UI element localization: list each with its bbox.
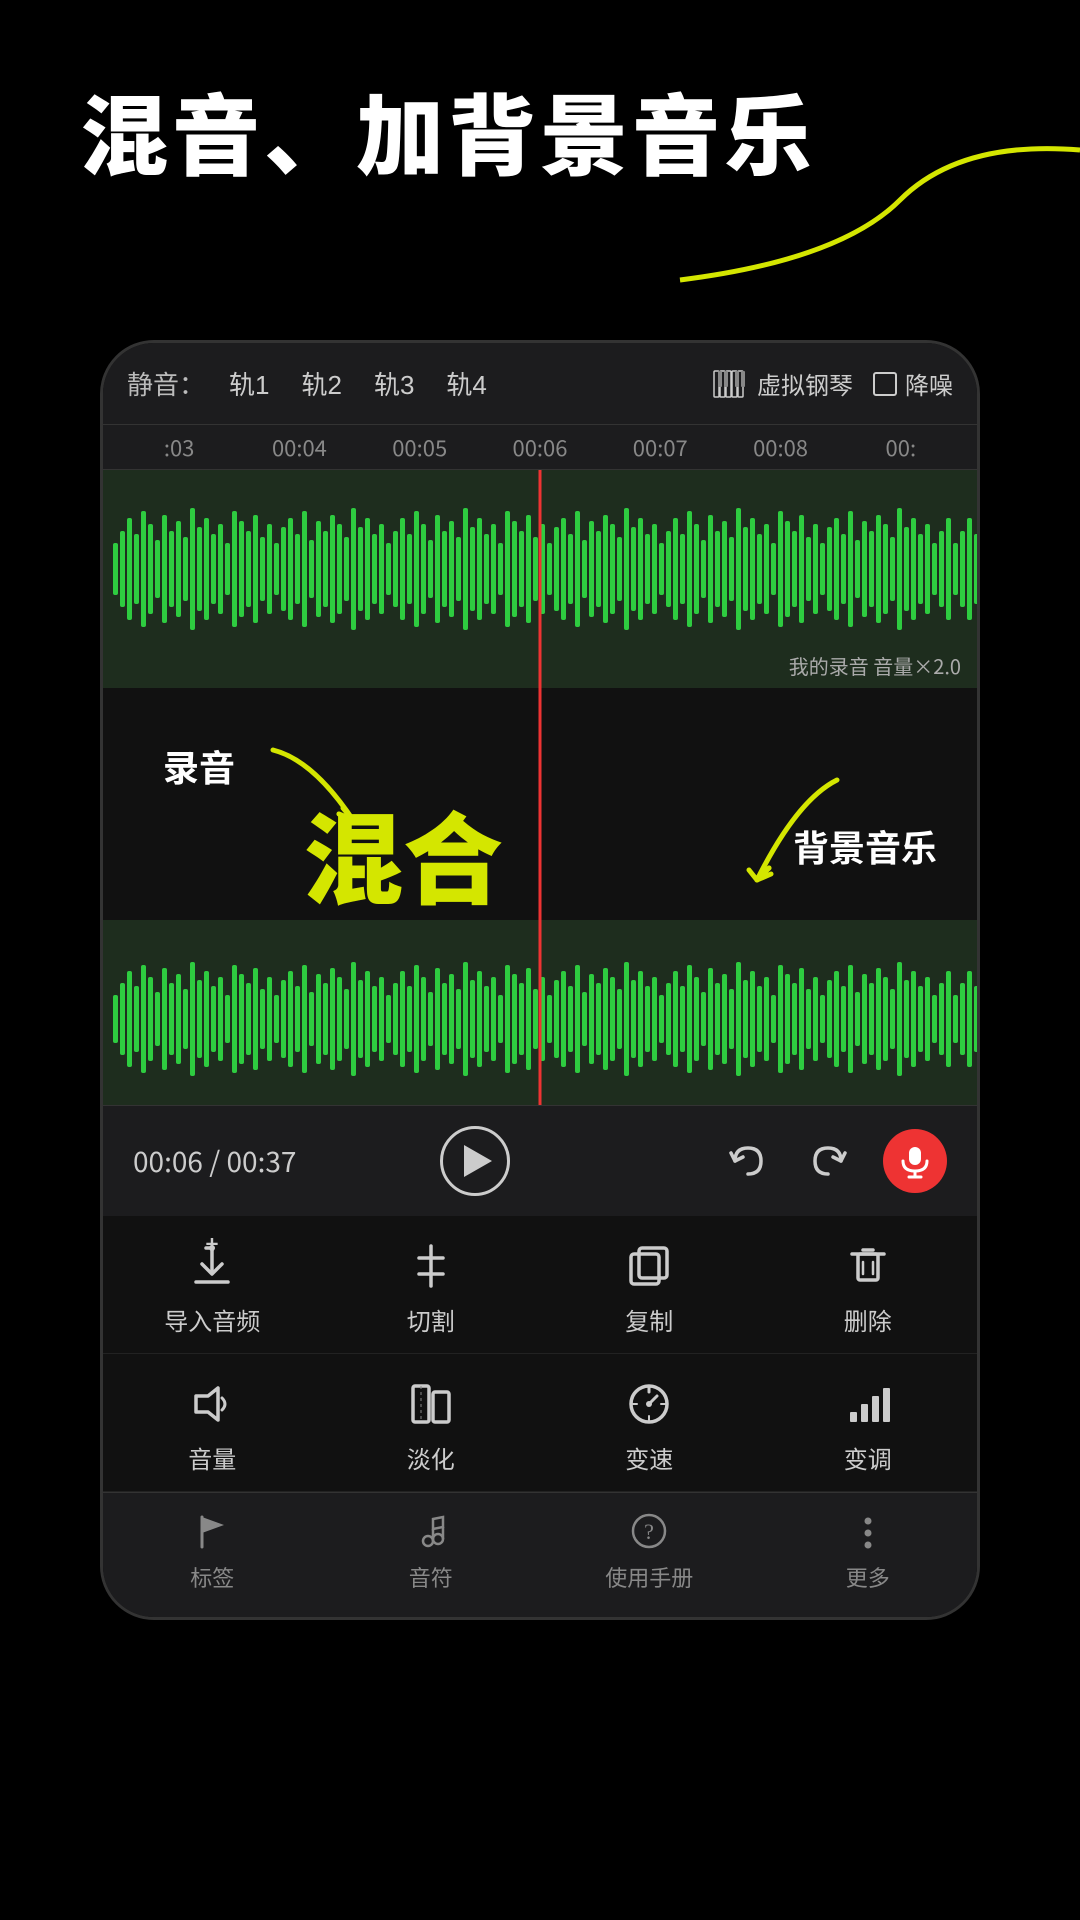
help-icon: ? [627, 1509, 671, 1553]
volume-icon [186, 1378, 238, 1430]
mute-label: 静音： [127, 365, 205, 402]
tracks-area: 我的录音 音量×2.0 录音 混合 [103, 470, 977, 1105]
piano-label: 虚拟钢琴 [757, 366, 853, 401]
tools-row2: 音量 淡化 [103, 1354, 977, 1492]
phone-frame: 静音： 轨1 轨2 轨3 轨4 [100, 340, 980, 1620]
tool-volume[interactable]: 音量 [103, 1354, 322, 1492]
pitch-icon [842, 1378, 894, 1430]
tool-pitch[interactable]: 变调 [759, 1354, 978, 1492]
copy-icon [623, 1240, 675, 1292]
noise-checkbox-icon [873, 372, 897, 396]
track1-label: 我的录音 音量×2.0 [789, 651, 961, 680]
note-icon [409, 1509, 453, 1553]
bgmusic-overlay-label: 背景音乐 [793, 820, 937, 872]
nav-note-label: 音符 [409, 1561, 453, 1593]
top-toolbar: 静音： 轨1 轨2 轨3 轨4 [103, 343, 977, 425]
nav-more[interactable]: 更多 [759, 1509, 978, 1593]
virtual-piano-button[interactable]: 虚拟钢琴 [713, 366, 853, 401]
arrow-from-bgmusic [677, 760, 877, 920]
redo-icon [803, 1136, 853, 1186]
import-icon: + [186, 1240, 238, 1292]
speed-label: 变速 [625, 1440, 673, 1475]
ruler-mark-4: 00:07 [600, 431, 720, 463]
nav-note[interactable]: 音符 [322, 1509, 541, 1593]
play-icon [464, 1145, 492, 1177]
ruler-mark-1: 00:04 [239, 431, 359, 463]
tool-cut[interactable]: 切割 [322, 1216, 541, 1354]
time-separator: / [209, 1141, 226, 1181]
ruler-mark-0: :03 [119, 431, 239, 463]
tool-import[interactable]: + 导入音频 [103, 1216, 322, 1354]
time-display: 00:06 / 00:37 [133, 1141, 333, 1181]
ruler-mark-3: 00:06 [480, 431, 600, 463]
track4-button[interactable]: 轨4 [438, 361, 494, 406]
tools-row1: + 导入音频 切割 [103, 1216, 977, 1354]
current-time: 00:06 [133, 1141, 203, 1181]
fade-label: 淡化 [407, 1440, 455, 1475]
page-title: 混音、加背景音乐 [80, 80, 816, 181]
pitch-label: 变调 [844, 1440, 892, 1475]
noise-reduction-button[interactable]: 降噪 [873, 366, 953, 401]
playback-bar: 00:06 / 00:37 [103, 1105, 977, 1216]
ruler-marks: :03 00:04 00:05 00:06 00:07 00:08 00: [103, 431, 977, 463]
import-label: 导入音频 [164, 1302, 260, 1337]
playhead [539, 470, 542, 1105]
nav-manual-label: 使用手册 [605, 1561, 693, 1593]
phone-screen: 静音： 轨1 轨2 轨3 轨4 [103, 343, 977, 1617]
ruler-mark-5: 00:08 [720, 431, 840, 463]
delete-label: 删除 [844, 1302, 892, 1337]
track3-button[interactable]: 轨3 [366, 361, 422, 406]
copy-label: 复制 [625, 1302, 673, 1337]
nav-tag-label: 标签 [190, 1561, 234, 1593]
record-button[interactable] [883, 1129, 947, 1193]
recording-overlay-label: 录音 [163, 740, 235, 792]
track1-button[interactable]: 轨1 [221, 361, 277, 406]
timeline-ruler: :03 00:04 00:05 00:06 00:07 00:08 00: [103, 425, 977, 470]
undo-icon [723, 1136, 773, 1186]
mix-overlay-label: 混合 [303, 780, 503, 925]
tool-fade[interactable]: 淡化 [322, 1354, 541, 1492]
nav-manual[interactable]: ? 使用手册 [540, 1509, 759, 1593]
arrow-from-recording [233, 720, 433, 860]
svg-text:+: + [206, 1227, 219, 1259]
top-bar-right: 虚拟钢琴 降噪 [713, 366, 953, 401]
nav-tag[interactable]: 标签 [103, 1509, 322, 1593]
tool-speed[interactable]: 变速 [540, 1354, 759, 1492]
cut-label: 切割 [407, 1302, 455, 1337]
tool-delete[interactable]: 删除 [759, 1216, 978, 1354]
tool-copy[interactable]: 复制 [540, 1216, 759, 1354]
redo-button[interactable] [803, 1136, 853, 1186]
track2-button[interactable]: 轨2 [293, 361, 349, 406]
speed-icon [623, 1378, 675, 1430]
delete-icon [842, 1240, 894, 1292]
fade-icon [405, 1378, 457, 1430]
ruler-mark-6: 00: [841, 431, 961, 463]
control-buttons [723, 1129, 947, 1193]
play-button[interactable] [440, 1126, 510, 1196]
more-icon [846, 1509, 890, 1553]
cut-icon [405, 1240, 457, 1292]
undo-button[interactable] [723, 1136, 773, 1186]
total-time: 00:37 [226, 1141, 296, 1181]
piano-icon [713, 370, 749, 398]
bottom-nav: 标签 音符 ? [103, 1492, 977, 1617]
microphone-icon [897, 1143, 933, 1179]
nav-more-label: 更多 [846, 1561, 890, 1593]
ruler-mark-2: 00:05 [360, 431, 480, 463]
svg-text:?: ? [644, 1519, 654, 1544]
track2-label: 天空之城-背景音乐 [794, 1101, 961, 1105]
flag-icon [190, 1509, 234, 1553]
noise-label: 降噪 [905, 366, 953, 401]
volume-label: 音量 [188, 1440, 236, 1475]
